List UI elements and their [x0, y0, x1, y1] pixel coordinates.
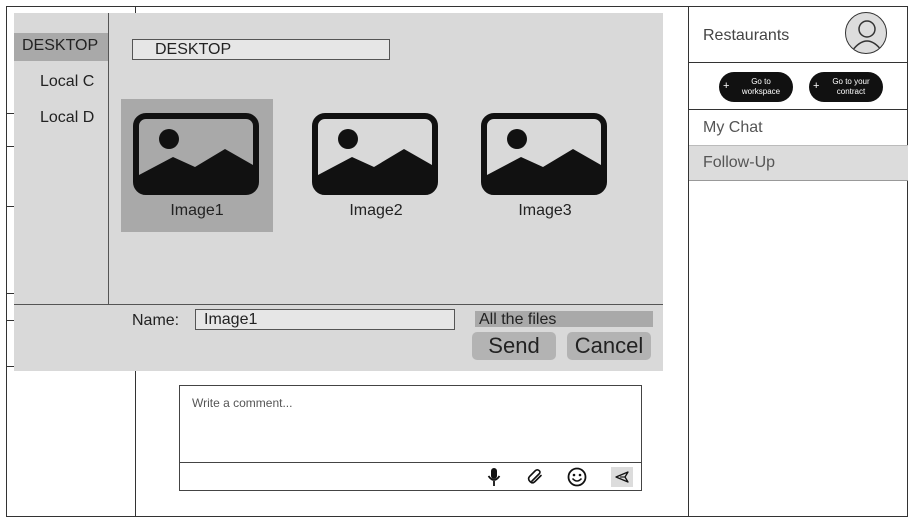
image-icon	[481, 113, 607, 195]
send-icon[interactable]	[611, 467, 633, 487]
file-name: Image2	[349, 202, 403, 219]
go-to-workspace-button[interactable]: + Go to workspace	[719, 72, 793, 102]
comment-box: Write a comment...	[179, 385, 642, 491]
comment-input[interactable]: Write a comment...	[192, 396, 292, 410]
left-divider-stub	[6, 146, 14, 147]
path-field[interactable]: DESKTOP	[132, 39, 390, 60]
action-buttons-row: + Go to workspace + Go to your contract	[689, 64, 908, 110]
restaurants-header: Restaurants	[689, 6, 908, 63]
emoji-icon[interactable]	[566, 467, 588, 487]
contract-button-label: Go to your contract	[832, 77, 870, 96]
file-name: Image1	[170, 202, 224, 219]
plus-icon: +	[723, 80, 730, 92]
left-divider-stub	[6, 293, 14, 294]
send-button[interactable]: Send	[472, 332, 556, 360]
file-tile-image1[interactable]: Image1	[121, 99, 273, 232]
paperclip-icon[interactable]	[525, 467, 547, 487]
file-name: Image3	[518, 202, 572, 219]
right-panel: Restaurants + Go to workspace + Go to yo…	[688, 6, 908, 517]
file-type-select[interactable]: All the files	[475, 311, 653, 328]
microphone-icon[interactable]	[483, 467, 505, 487]
image-icon	[133, 113, 259, 195]
restaurants-label[interactable]: Restaurants	[703, 27, 789, 45]
sidebar-item-local-d[interactable]: Local D	[14, 105, 108, 133]
menu-item-follow-up[interactable]: Follow-Up	[689, 146, 908, 181]
left-divider-stub	[6, 113, 14, 114]
cancel-button[interactable]: Cancel	[567, 332, 651, 360]
go-to-contract-button[interactable]: + Go to your contract	[809, 72, 883, 102]
file-tile-image3[interactable]: Image3	[469, 99, 621, 232]
dialog-divider	[14, 304, 663, 305]
sidebar-item-local-c[interactable]: Local C	[14, 69, 108, 97]
file-tile-image2[interactable]: Image2	[300, 99, 452, 232]
user-icon	[851, 20, 883, 52]
name-label: Name:	[132, 312, 180, 329]
sidebar-item-desktop[interactable]: DESKTOP	[14, 33, 108, 61]
avatar[interactable]	[845, 12, 887, 54]
workspace-button-label: Go to workspace	[741, 77, 781, 96]
image-icon	[312, 113, 438, 195]
dialog-sidebar: DESKTOP Local C Local D	[14, 13, 109, 304]
comment-toolbar	[180, 462, 641, 490]
file-picker-dialog: DESKTOP Local C Local D DESKTOP Image1 I…	[14, 13, 663, 371]
plus-icon: +	[813, 80, 820, 92]
left-divider-stub	[6, 206, 14, 207]
menu-item-my-chat[interactable]: My Chat	[689, 111, 908, 146]
file-name-input[interactable]: Image1	[195, 309, 455, 330]
left-divider-stub	[6, 320, 14, 321]
